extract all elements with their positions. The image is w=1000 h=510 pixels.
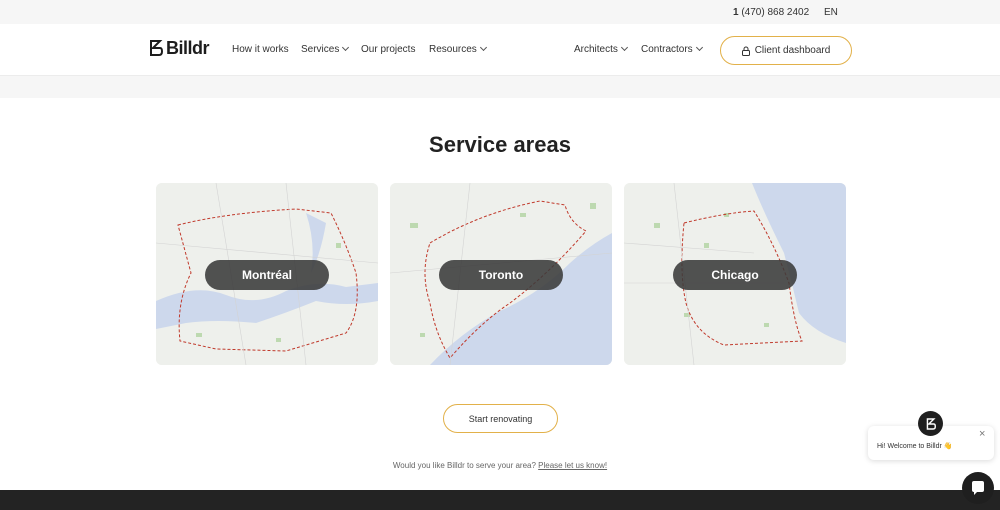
area-label-chicago: Chicago xyxy=(673,260,797,290)
language-selector[interactable]: EN xyxy=(824,7,838,18)
phone-number[interactable]: 1 (470) 868 2402 xyxy=(733,7,809,18)
chevron-down-icon xyxy=(342,43,350,52)
nav-architects[interactable]: Architects xyxy=(574,43,628,55)
service-area-card-chicago[interactable]: Chicago xyxy=(624,183,846,365)
chat-launcher-button[interactable] xyxy=(962,472,994,504)
lock-icon xyxy=(741,46,750,56)
section-divider xyxy=(0,76,1000,98)
area-label-montreal: Montréal xyxy=(205,260,329,290)
chevron-down-icon xyxy=(479,43,487,52)
brand-name: Billdr xyxy=(166,37,210,58)
top-bar: 1 (470) 868 2402 EN xyxy=(0,0,1000,24)
footer xyxy=(0,490,1000,510)
close-icon[interactable]: × xyxy=(979,428,985,440)
chat-avatar xyxy=(918,411,943,436)
serve-area-note: Would you like Billdr to serve your area… xyxy=(392,461,608,470)
let-us-know-link[interactable]: Please let us know! xyxy=(538,461,607,470)
service-area-card-toronto[interactable]: Toronto xyxy=(390,183,612,365)
nav-our-projects[interactable]: Our projects xyxy=(361,44,415,55)
chevron-down-icon xyxy=(620,43,628,52)
area-label-toronto: Toronto xyxy=(439,260,563,290)
service-area-card-montreal[interactable]: Montréal xyxy=(156,183,378,365)
chevron-down-icon xyxy=(695,43,703,52)
billdr-logo-icon xyxy=(926,417,936,430)
section-title: Service areas xyxy=(429,132,571,157)
chat-icon xyxy=(972,481,984,495)
billdr-logo[interactable]: Billdr xyxy=(149,37,210,59)
chat-greeting: Hi! Welcome to Billdr 👋 xyxy=(877,443,953,450)
start-renovating-button[interactable]: Start renovating xyxy=(443,404,558,433)
nav-services[interactable]: Services xyxy=(301,43,350,55)
nav-contractors[interactable]: Contractors xyxy=(641,43,703,55)
nav-resources[interactable]: Resources xyxy=(429,43,487,55)
client-dashboard-button[interactable]: Client dashboard xyxy=(720,36,852,65)
main-nav: Billdr How it works Services Our project… xyxy=(0,24,1000,76)
nav-how-it-works[interactable]: How it works xyxy=(232,44,289,55)
billdr-logo-icon xyxy=(150,40,163,56)
